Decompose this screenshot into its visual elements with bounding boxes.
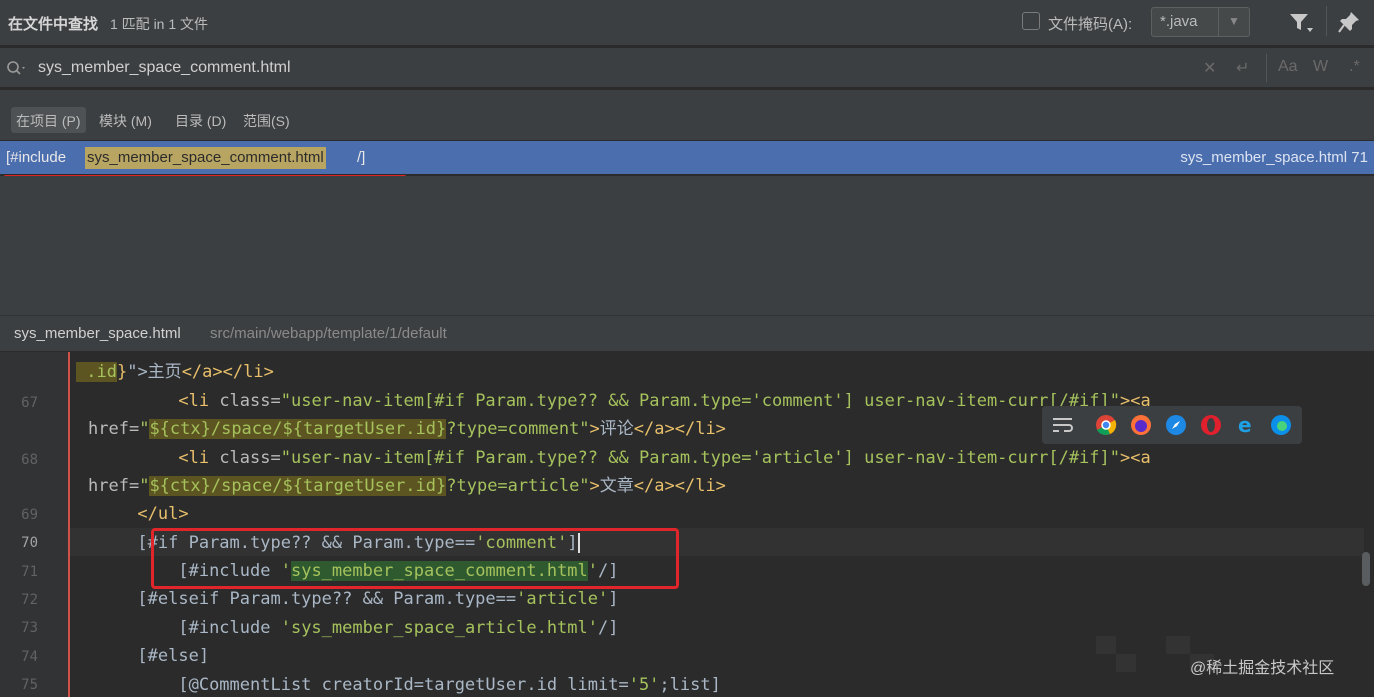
search-input[interactable]	[38, 57, 938, 79]
clear-icon[interactable]: ✕	[1203, 58, 1216, 78]
file-mask-checkbox[interactable]	[1022, 12, 1040, 30]
search-row: ✕ ↵ Aa W .*	[0, 48, 1374, 88]
chevron-down-icon[interactable]: ▼	[1228, 14, 1240, 28]
watermark-text: @稀土掘金技术社区	[1190, 660, 1335, 677]
match-case-icon[interactable]: Aa	[1278, 58, 1298, 76]
gutter-marker-line	[68, 352, 70, 697]
svg-text:e: e	[1238, 414, 1252, 436]
code-line: [#elseif Param.type?? && Param.type=='ar…	[137, 589, 619, 609]
edge-icon[interactable]	[1270, 414, 1292, 436]
code-line: [@CommentList creatorId=targetUser.id li…	[178, 675, 721, 695]
line-number: 72	[21, 592, 38, 608]
line-number: 74	[21, 649, 38, 665]
file-mask-select[interactable]: *.java ▼	[1151, 7, 1250, 37]
code-line: href="${ctx}/space/${targetUser.id}?type…	[88, 419, 726, 439]
ie-icon[interactable]: e	[1235, 414, 1257, 436]
code-line: href="${ctx}/space/${targetUser.id}?type…	[88, 476, 726, 496]
browser-preview-toolbar: e	[1042, 406, 1302, 444]
tab-scope[interactable]: 范围(S)	[238, 107, 295, 133]
pin-icon[interactable]	[1337, 10, 1361, 34]
code-line: [#include 'sys_member_space_article.html…	[178, 618, 619, 638]
match-count: 1 匹配 in 1 文件	[110, 16, 209, 32]
result-suffix: /]	[357, 149, 366, 166]
result-prefix: [#include	[6, 149, 67, 166]
code-line: [#else]	[137, 646, 210, 666]
opera-icon[interactable]	[1200, 414, 1222, 436]
file-mask-value: *.java	[1160, 13, 1198, 30]
tab-project[interactable]: 在项目 (P)	[11, 107, 86, 133]
find-in-files-titlebar: 在文件中查找 1 匹配 in 1 文件 文件掩码(A): *.java ▼	[0, 0, 1374, 46]
result-match-highlight: sys_member_space_comment.html	[85, 147, 326, 169]
line-number: 68	[21, 452, 38, 468]
tab-module[interactable]: 模块 (M)	[94, 107, 157, 133]
firefox-icon[interactable]	[1130, 414, 1152, 436]
soft-wrap-icon[interactable]	[1050, 414, 1076, 436]
scope-tabs: 在项目 (P) 模块 (M) 目录 (D) 范围(S)	[0, 90, 1374, 140]
search-divider	[1266, 54, 1267, 82]
line-number: 67	[21, 395, 38, 411]
line-number: 70	[21, 535, 38, 551]
newline-icon[interactable]: ↵	[1236, 58, 1249, 78]
search-icon[interactable]	[6, 59, 28, 77]
code-line: <li class="user-nav-item[#if Param.type?…	[178, 391, 1151, 411]
words-icon[interactable]: W	[1313, 58, 1328, 76]
line-number: 73	[21, 620, 38, 636]
filter-icon[interactable]	[1288, 10, 1314, 36]
file-mask-label: 文件掩码(A):	[1048, 16, 1133, 33]
preview-header: sys_member_space.html src/main/webapp/te…	[0, 315, 1374, 352]
annotation-box	[151, 528, 679, 589]
line-number: 69	[21, 507, 38, 523]
safari-icon[interactable]	[1165, 414, 1187, 436]
tab-directory[interactable]: 目录 (D)	[170, 107, 231, 133]
code-line: .id}">主页</a></li>	[76, 362, 274, 382]
line-number: 71	[21, 564, 38, 580]
toolbar-divider	[1326, 6, 1327, 36]
dialog-title: 在文件中查找	[8, 16, 99, 33]
preview-file-path: src/main/webapp/template/1/default	[210, 325, 447, 342]
vertical-scrollbar[interactable]	[1362, 552, 1370, 586]
result-file-reference: sys_member_space.html 71	[1180, 149, 1368, 166]
regex-icon[interactable]: .*	[1349, 58, 1360, 76]
code-line: </ul>	[137, 504, 189, 524]
preview-file-name: sys_member_space.html	[14, 325, 181, 342]
select-divider	[1218, 8, 1219, 36]
line-number: 75	[21, 677, 38, 693]
search-result-row[interactable]: [#include sys_member_space_comment.html …	[0, 141, 1374, 174]
code-line: <li class="user-nav-item[#if Param.type?…	[178, 448, 1151, 468]
results-list-area	[0, 176, 1374, 315]
chrome-icon[interactable]	[1095, 414, 1117, 436]
